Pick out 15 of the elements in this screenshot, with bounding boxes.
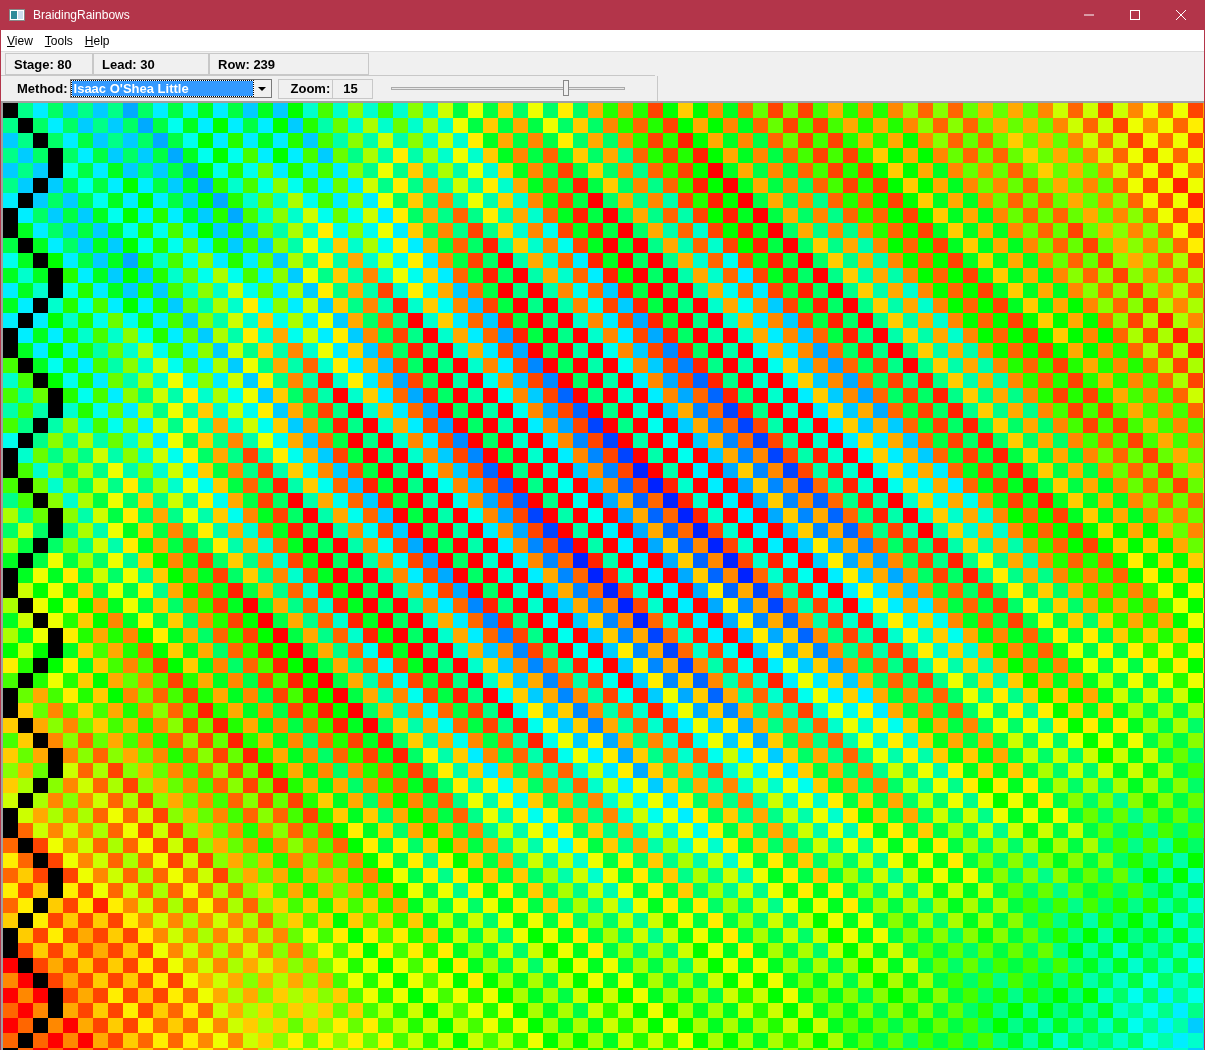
window-title: BraidingRainbows bbox=[33, 8, 130, 22]
menu-item[interactable]: Tools bbox=[38, 33, 79, 48]
zoom-slider[interactable] bbox=[390, 78, 625, 99]
method-label: Method: bbox=[16, 81, 69, 96]
slider-thumb[interactable] bbox=[563, 79, 570, 96]
status-field: Stage: 80 bbox=[5, 53, 93, 75]
zoom-label: Zoom: bbox=[289, 81, 332, 96]
maximize-icon bbox=[1130, 10, 1140, 20]
close-icon bbox=[1176, 10, 1186, 20]
menu-item[interactable]: Help bbox=[78, 33, 116, 48]
menu-item[interactable]: View bbox=[1, 33, 39, 48]
app-icon bbox=[9, 9, 25, 21]
status-field: Lead: 30 bbox=[93, 53, 209, 75]
zoom-value: 15 bbox=[332, 79, 372, 98]
status-field: Row: 239 bbox=[209, 53, 369, 75]
